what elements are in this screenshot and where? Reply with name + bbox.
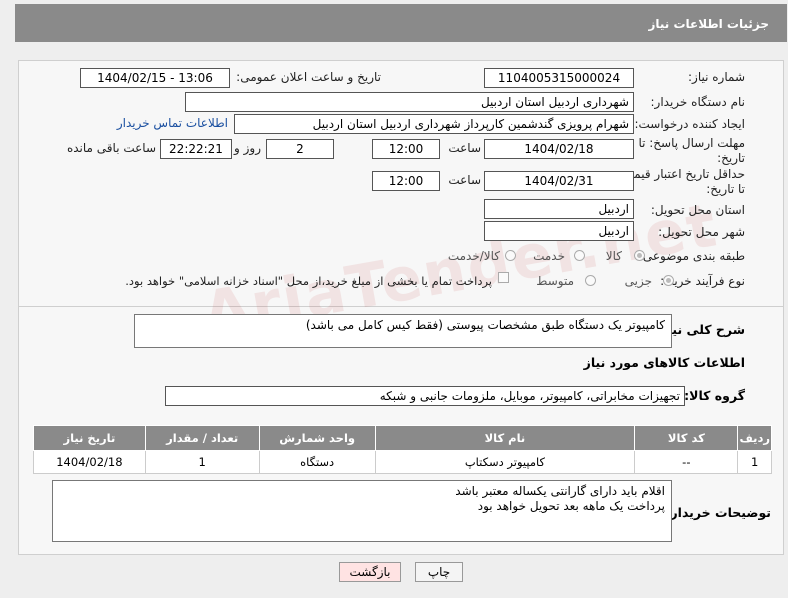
remaining-time-field: 22:22:21: [160, 139, 232, 159]
goods-group-label: گروه کالا:: [684, 388, 745, 403]
creator-label: ایجاد کننده درخواست:: [634, 117, 745, 131]
print-button[interactable]: چاپ: [415, 562, 463, 582]
creator-field: شهرام پرویزی گندشمین کارپرداز شهرداری ار…: [234, 114, 634, 134]
province-field: اردبیل: [484, 199, 634, 219]
cell-unit: دستگاه: [258, 450, 376, 474]
col-row: ردیف: [737, 425, 772, 451]
days-label: روز و: [234, 141, 261, 155]
buyer-notes-label: توضیحات خریدار:: [665, 505, 771, 520]
cell-qty: 1: [144, 450, 260, 474]
province-label: استان محل تحویل:: [650, 203, 745, 217]
category-option-goods-service: کالا/خدمت: [447, 249, 500, 263]
col-date: تاریخ نیاز: [33, 425, 146, 451]
purchase-option-minor: جزیی: [624, 274, 652, 288]
buyer-notes-line-2: پرداخت یک ماهه بعد تحویل خواهد بود: [477, 499, 665, 513]
back-button[interactable]: بازگشت: [339, 562, 401, 582]
cell-name: کامپیوتر دسکتاپ: [374, 450, 636, 474]
buyer-org-field: شهرداری اردبیل استان اردبیل: [185, 92, 634, 112]
days-field: 2: [266, 139, 334, 159]
contact-info-link[interactable]: اطلاعات تماس خریدار: [117, 116, 228, 130]
need-number-field: 1104005315000024: [484, 68, 634, 88]
need-number-label: شماره نیاز:: [688, 70, 745, 84]
validity-time-label: ساعت: [448, 173, 481, 187]
col-unit: واحد شمارش: [258, 425, 376, 451]
cell-date: 1404/02/18: [33, 450, 146, 474]
cell-row: 1: [737, 450, 772, 474]
payment-note: پرداخت تمام یا بخشی از مبلغ خرید،از محل …: [125, 274, 492, 288]
col-qty: تعداد / مقدار: [144, 425, 260, 451]
buyer-notes-textarea: اقلام باید دارای گارانتی یکساله معتبر با…: [52, 480, 672, 542]
validity-label: حداقل تاریخ اعتبار قیمت:: [618, 167, 745, 181]
category-option-goods: کالا: [605, 249, 622, 263]
cell-code: --: [634, 450, 739, 474]
validity-label-date: تا تاریخ:: [706, 182, 745, 196]
announce-label: تاریخ و ساعت اعلان عمومی:: [236, 70, 381, 84]
goods-table-header: ردیف کد کالا نام کالا واحد شمارش تعداد /…: [33, 425, 772, 451]
announce-field: 1404/02/15 - 13:06: [80, 68, 230, 88]
deadline-label-date: تاریخ:: [717, 151, 745, 165]
category-radio-service[interactable]: [574, 250, 585, 261]
city-label: شهر محل تحویل:: [658, 225, 745, 239]
buyer-org-label: نام دستگاه خریدار:: [650, 95, 746, 109]
table-row: 1 -- کامپیوتر دسکتاپ دستگاه 1 1404/02/18: [33, 450, 772, 474]
page-header: جزئیات اطلاعات نیاز: [15, 4, 787, 42]
treasury-checkbox[interactable]: [498, 272, 509, 283]
purchase-radio-minor[interactable]: [663, 275, 674, 286]
goods-table: ردیف کد کالا نام کالا واحد شمارش تعداد /…: [33, 425, 772, 474]
category-radio-goods-service[interactable]: [505, 250, 516, 261]
description-textarea: کامپیوتر یک دستگاه طبق مشخصات پیوستی (فق…: [134, 314, 672, 348]
validity-time-field: 12:00: [372, 171, 440, 191]
category-radio-goods[interactable]: [634, 250, 645, 261]
deadline-label: مهلت ارسال پاسخ: تا: [638, 136, 745, 150]
validity-date-field: 1404/02/31: [484, 171, 634, 191]
category-option-service: خدمت: [533, 249, 565, 263]
category-label: طبقه بندی موضوعی:: [638, 249, 745, 263]
purchase-option-medium: متوسط: [536, 274, 574, 288]
deadline-time-label: ساعت: [448, 141, 481, 155]
page-title: جزئیات اطلاعات نیاز: [648, 17, 769, 31]
goods-group-field: تجهیزات مخابراتی، کامپیوتر، موبایل، ملزو…: [165, 386, 685, 406]
purchase-radio-medium[interactable]: [585, 275, 596, 286]
col-name: نام کالا: [374, 425, 636, 451]
description-text: کامپیوتر یک دستگاه طبق مشخصات پیوستی (فق…: [305, 318, 665, 332]
col-code: کد کالا: [634, 425, 739, 451]
deadline-date-field: 1404/02/18: [484, 139, 634, 159]
deadline-time-field: 12:00: [372, 139, 440, 159]
buyer-notes-line-1: اقلام باید دارای گارانتی یکساله معتبر با…: [455, 484, 665, 498]
remaining-label: ساعت باقی مانده: [66, 141, 156, 155]
goods-section-title: اطلاعات کالاهای مورد نیاز: [583, 355, 745, 370]
city-field: اردبیل: [484, 221, 634, 241]
